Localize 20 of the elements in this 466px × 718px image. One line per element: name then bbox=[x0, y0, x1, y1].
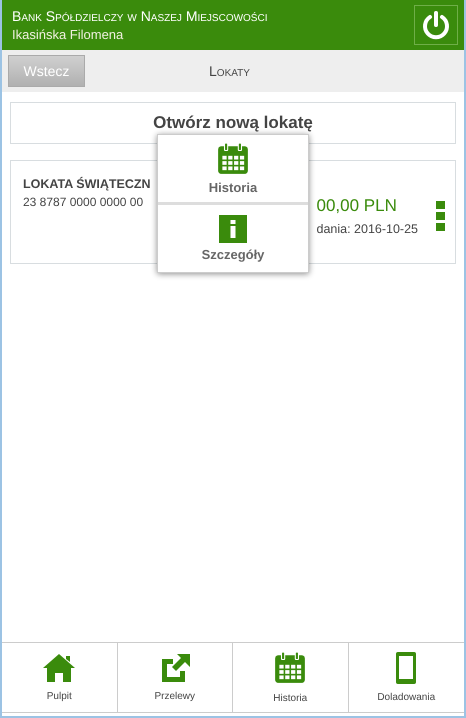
phone-icon bbox=[396, 652, 416, 684]
account-number: 23 8787 0000 0000 00 bbox=[23, 195, 144, 209]
nav-tab[interactable]: Pulpit bbox=[2, 643, 118, 713]
menu-item[interactable]: Szczegóły bbox=[158, 205, 308, 272]
deposit-amount: 00,00 PLN bbox=[316, 196, 398, 216]
nav-tab[interactable]: Historia bbox=[233, 643, 348, 713]
user-name: Ikasińska Filomena bbox=[12, 27, 124, 42]
bank-name: Bank Spółdzielczy w Naszej Miejscowości bbox=[12, 8, 268, 24]
open-deposit-button[interactable]: Otwórz nową lokatę bbox=[10, 102, 456, 144]
deposit-date: dania: 2016-10-25 bbox=[316, 222, 418, 236]
menu-item[interactable]: Historia bbox=[158, 135, 308, 202]
more-options-icon[interactable] bbox=[436, 201, 445, 231]
calendar-icon bbox=[216, 142, 250, 176]
info-icon bbox=[219, 215, 247, 243]
deposit-name: LOKATA ŚWIĄTECZN bbox=[23, 177, 151, 191]
calendar-icon bbox=[273, 651, 308, 685]
power-button[interactable] bbox=[414, 5, 458, 45]
home-icon bbox=[42, 653, 76, 683]
page-title: Lokaty bbox=[209, 63, 250, 79]
nav-tab[interactable]: Przelewy bbox=[118, 643, 233, 713]
